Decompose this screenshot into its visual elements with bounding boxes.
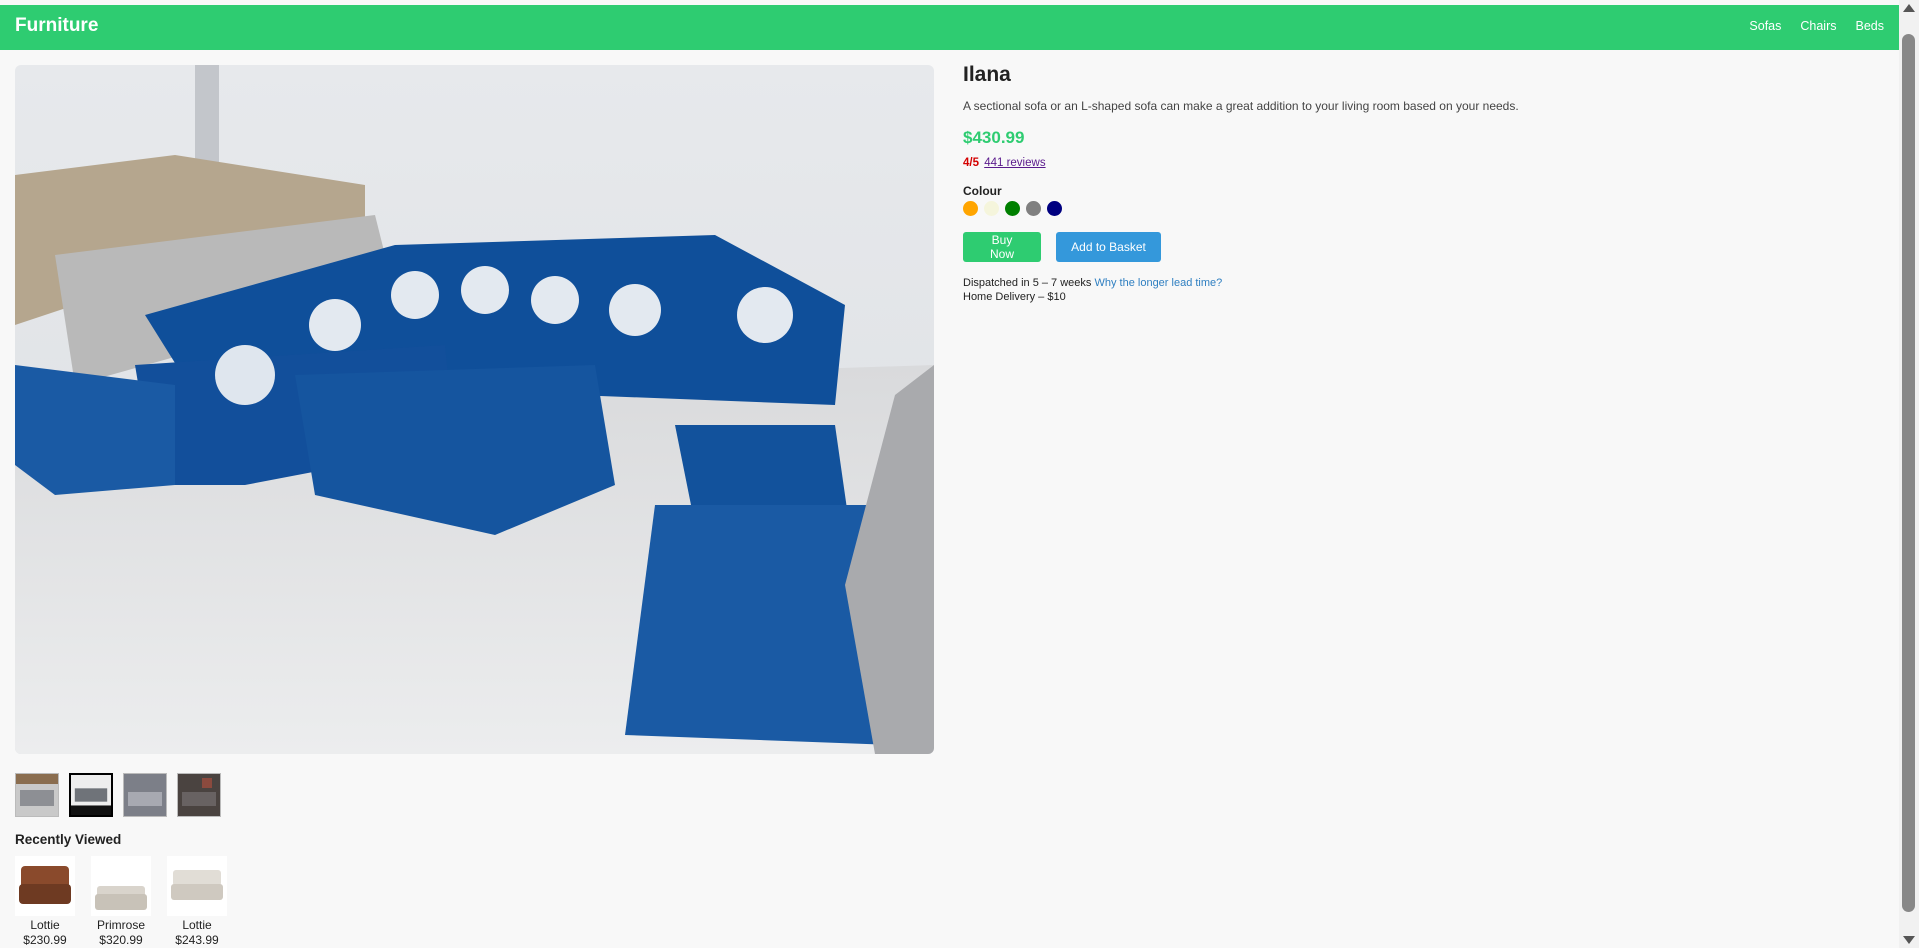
product-title: Ilana — [963, 63, 1011, 86]
colour-swatch-navy[interactable] — [1047, 201, 1062, 216]
scroll-down-arrow-icon[interactable] — [1903, 936, 1915, 944]
recent-product-price: $243.99 — [175, 933, 219, 947]
scroll-up-arrow-icon[interactable] — [1903, 4, 1915, 12]
dispatch-info: Dispatched in 5 – 7 weeks Why the longer… — [963, 276, 1843, 304]
recently-viewed-item[interactable]: Lottie $230.99 — [15, 856, 75, 948]
add-to-basket-button[interactable]: Add to Basket — [1056, 232, 1161, 262]
main-nav: Sofas Chairs Beds — [1749, 19, 1884, 33]
rating-row: 4/5 441 reviews — [963, 157, 1843, 169]
thumbnail-3[interactable] — [123, 773, 167, 817]
colour-swatch-grey[interactable] — [1026, 201, 1041, 216]
colour-label: Colour — [963, 184, 1002, 198]
recent-product-image[interactable] — [91, 856, 151, 916]
buy-now-button[interactable]: Buy Now — [963, 232, 1041, 262]
thumbnail-2[interactable] — [69, 773, 113, 817]
recent-product-name: Lottie — [182, 918, 212, 932]
colour-swatch-green[interactable] — [1005, 201, 1020, 216]
brand-logo[interactable]: Furniture — [15, 15, 98, 37]
recent-product-name: Primrose — [96, 918, 145, 932]
action-buttons: Buy Now Add to Basket — [963, 232, 1843, 262]
thumbnail-4[interactable] — [177, 773, 221, 817]
recent-product-price: $230.99 — [23, 933, 67, 947]
recently-viewed-item[interactable]: Primrose $320.99 — [91, 856, 151, 948]
recently-viewed-list: Lottie $230.99 Primrose $320.99 Lottie $… — [15, 856, 227, 948]
scrollbar-thumb[interactable] — [1902, 34, 1915, 912]
colour-swatch-orange[interactable] — [963, 201, 978, 216]
colour-swatches — [963, 201, 1843, 216]
nav-link-beds[interactable]: Beds — [1856, 19, 1885, 33]
thumbnail-strip — [15, 773, 221, 817]
main-product-image[interactable] — [15, 65, 934, 754]
recently-viewed-item[interactable]: Lottie $243.99 — [167, 856, 227, 948]
recently-viewed-heading: Recently Viewed — [15, 832, 122, 847]
top-navigation-bar: Furniture Sofas Chairs Beds — [0, 5, 1899, 50]
reviews-link[interactable]: 441 reviews — [984, 157, 1045, 169]
dispatch-text: Dispatched in 5 – 7 weeks — [963, 277, 1092, 289]
product-price: $430.99 — [963, 128, 1025, 147]
nav-link-sofas[interactable]: Sofas — [1749, 19, 1781, 33]
lead-time-link[interactable]: Why the longer lead time? — [1094, 277, 1222, 289]
nav-link-chairs[interactable]: Chairs — [1800, 19, 1836, 33]
delivery-info: Home Delivery – $10 — [963, 291, 1066, 303]
product-info-panel: Ilana A sectional sofa or an L-shaped so… — [963, 63, 1843, 304]
recent-product-image[interactable] — [167, 856, 227, 916]
product-description: A sectional sofa or an L-shaped sofa can… — [963, 99, 1519, 113]
thumbnail-1[interactable] — [15, 773, 59, 817]
recent-product-image[interactable] — [15, 856, 75, 916]
rating-score: 4/5 — [963, 157, 979, 169]
vertical-scrollbar[interactable] — [1899, 0, 1919, 948]
recent-product-name: Lottie — [30, 918, 60, 932]
recent-product-price: $320.99 — [99, 933, 143, 947]
colour-swatch-beige[interactable] — [984, 201, 999, 216]
